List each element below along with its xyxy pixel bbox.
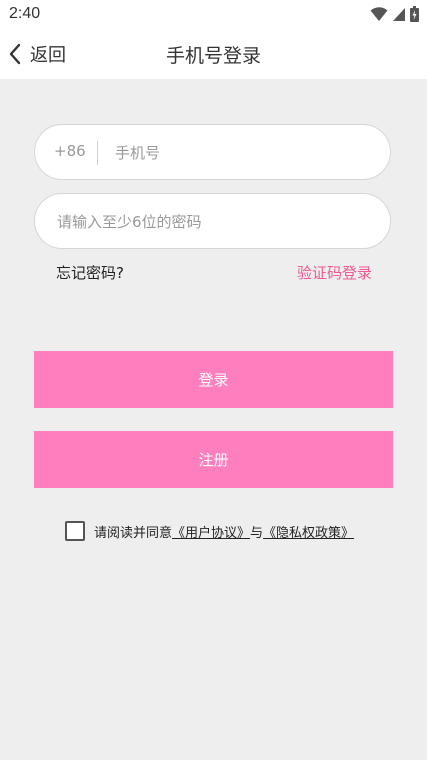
privacy-policy-link[interactable]: 《隐私权政策》 (263, 526, 354, 541)
wifi-icon (370, 7, 388, 21)
status-icons (370, 6, 419, 22)
status-bar: 2:40 (0, 0, 427, 30)
agreement-row: 请阅读并同意《用户协议》与《隐私权政策》 (65, 521, 354, 541)
agreement-conjunction: 与 (250, 525, 264, 541)
agreement-checkbox[interactable] (65, 521, 85, 541)
agreement-text: 请阅读并同意《用户协议》与《隐私权政策》 (94, 522, 354, 541)
phone-input[interactable] (113, 125, 377, 181)
login-button[interactable]: 登录 (34, 351, 393, 408)
battery-icon (410, 6, 419, 22)
password-field (34, 193, 391, 250)
app-header: 返回 手机号登录 (0, 30, 427, 79)
forgot-password-link[interactable]: 忘记密码? (56, 262, 124, 283)
password-input[interactable] (55, 194, 379, 250)
phone-field: +86 (34, 124, 391, 181)
user-agreement-link[interactable]: 《用户协议》 (172, 526, 250, 541)
page-title: 手机号登录 (165, 45, 261, 67)
signal-icon (393, 8, 405, 21)
country-code[interactable]: +86 (54, 142, 86, 160)
register-button[interactable]: 注册 (34, 431, 393, 488)
code-login-link[interactable]: 验证码登录 (297, 262, 372, 283)
agreement-prefix: 请阅读并同意 (94, 525, 173, 541)
field-divider (97, 141, 98, 165)
status-time: 2:40 (9, 5, 41, 22)
